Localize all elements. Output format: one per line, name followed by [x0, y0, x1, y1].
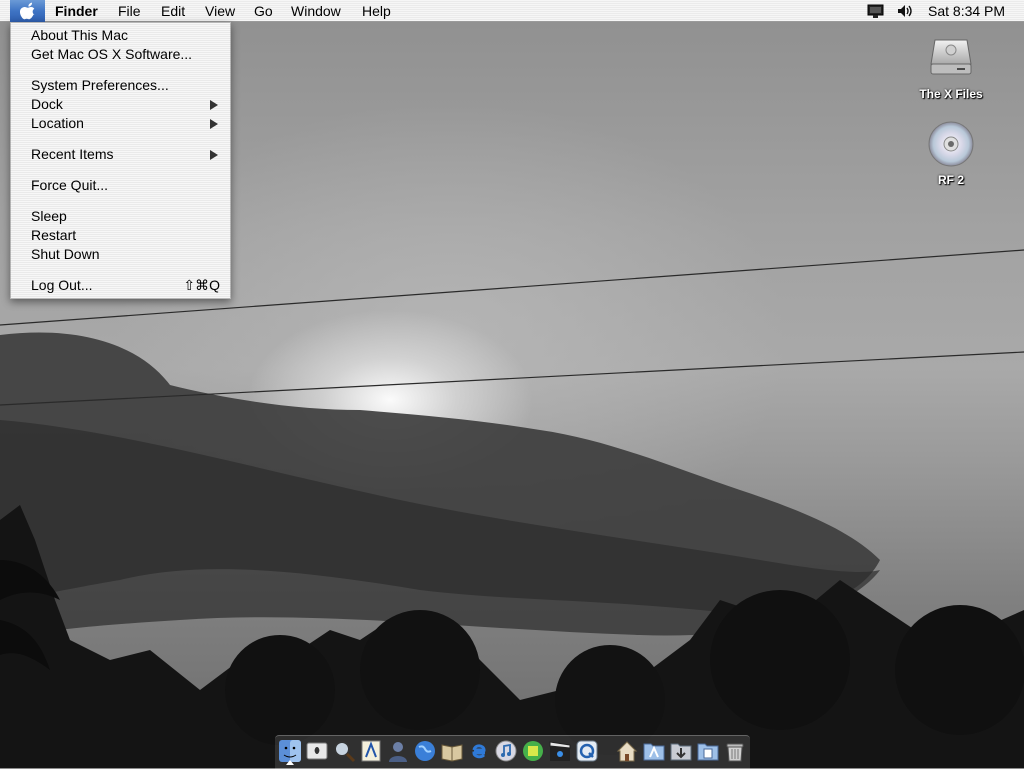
menu-item-label: Log Out...	[31, 277, 93, 293]
desktop-icon-the-x-files[interactable]: The X Files	[906, 34, 996, 101]
menu-item-sleep[interactable]: Sleep	[11, 207, 230, 226]
globe-icon[interactable]	[413, 739, 437, 763]
desktop-icon-label: RF 2	[937, 173, 964, 187]
keyboard-shortcut: ⇧⌘Q	[183, 277, 220, 293]
menu-item-label: Force Quit...	[31, 177, 109, 193]
menu-item-shut-down[interactable]: Shut Down	[11, 245, 230, 264]
running-indicator-icon	[286, 760, 294, 765]
menu-item-label: Sleep	[31, 208, 67, 224]
menu-item-log-out[interactable]: Log Out... ⇧⌘Q	[11, 276, 230, 295]
itunes-icon[interactable]	[494, 739, 518, 763]
hard-drive-icon	[930, 39, 972, 75]
menu-file[interactable]: File	[118, 3, 141, 19]
apple-logo-icon	[19, 2, 35, 20]
tree-canopy-1	[225, 635, 335, 745]
tree-canopy-4	[710, 590, 850, 730]
trash-icon[interactable]	[723, 739, 747, 763]
menu-view[interactable]: View	[205, 3, 235, 19]
textedit-icon[interactable]	[359, 739, 383, 763]
menu-item-label: Shut Down	[31, 246, 100, 262]
menu-bar: Finder File Edit View Go Window Help Sat…	[0, 0, 1024, 22]
menu-item-restart[interactable]: Restart	[11, 226, 230, 245]
volume-icon[interactable]	[896, 3, 916, 19]
tree-canopy-5	[895, 605, 1024, 735]
tree-canopy-2	[360, 610, 480, 730]
downloads-folder-icon[interactable]	[669, 739, 693, 763]
menu-item-get-software[interactable]: Get Mac OS X Software...	[11, 45, 230, 64]
menu-item-system-preferences[interactable]: System Preferences...	[11, 76, 230, 95]
cd-icon	[928, 121, 974, 167]
apple-menu-button[interactable]	[10, 0, 45, 22]
dictionary-icon[interactable]	[440, 739, 464, 763]
sherlock-icon[interactable]	[332, 739, 356, 763]
mac-os-x-icon[interactable]	[305, 739, 329, 763]
quicktime-icon[interactable]	[575, 739, 599, 763]
menu-go[interactable]: Go	[254, 3, 273, 19]
menu-item-dock[interactable]: Dock	[11, 95, 230, 114]
address-book-icon[interactable]	[386, 739, 410, 763]
menu-item-label: Location	[31, 115, 84, 131]
submenu-arrow-icon	[210, 100, 218, 110]
chess-icon[interactable]	[521, 739, 545, 763]
apple-menu-dropdown: About This Mac Get Mac OS X Software... …	[10, 22, 231, 299]
home-folder-icon[interactable]	[615, 739, 639, 763]
menu-item-recent-items[interactable]: Recent Items	[11, 145, 230, 164]
documents-folder-icon[interactable]	[696, 739, 720, 763]
menu-edit[interactable]: Edit	[161, 3, 185, 19]
imovie-icon[interactable]	[548, 739, 572, 763]
submenu-arrow-icon	[210, 119, 218, 129]
menu-item-label: Dock	[31, 96, 63, 112]
menu-help[interactable]: Help	[362, 3, 391, 19]
applications-folder-icon[interactable]	[642, 739, 666, 763]
menu-finder[interactable]: Finder	[55, 3, 98, 19]
menu-item-about-this-mac[interactable]: About This Mac	[11, 26, 230, 45]
menu-item-force-quit[interactable]: Force Quit...	[11, 176, 230, 195]
menu-bar-clock[interactable]: Sat 8:34 PM	[928, 3, 1005, 19]
internet-explorer-icon[interactable]	[467, 739, 491, 763]
menu-item-label: About This Mac	[31, 27, 129, 43]
desktop-icon-label: The X Files	[919, 87, 983, 101]
menu-item-label: Recent Items	[31, 146, 114, 162]
submenu-arrow-icon	[210, 150, 218, 160]
desktop-icon-rf-2[interactable]: RF 2	[906, 120, 996, 187]
display-icon[interactable]	[866, 3, 886, 19]
menu-item-label: Get Mac OS X Software...	[31, 46, 193, 62]
dock	[275, 735, 750, 769]
menu-item-label: Restart	[31, 227, 77, 243]
menu-window[interactable]: Window	[291, 3, 341, 19]
menu-item-location[interactable]: Location	[11, 114, 230, 133]
menu-item-label: System Preferences...	[31, 77, 169, 93]
